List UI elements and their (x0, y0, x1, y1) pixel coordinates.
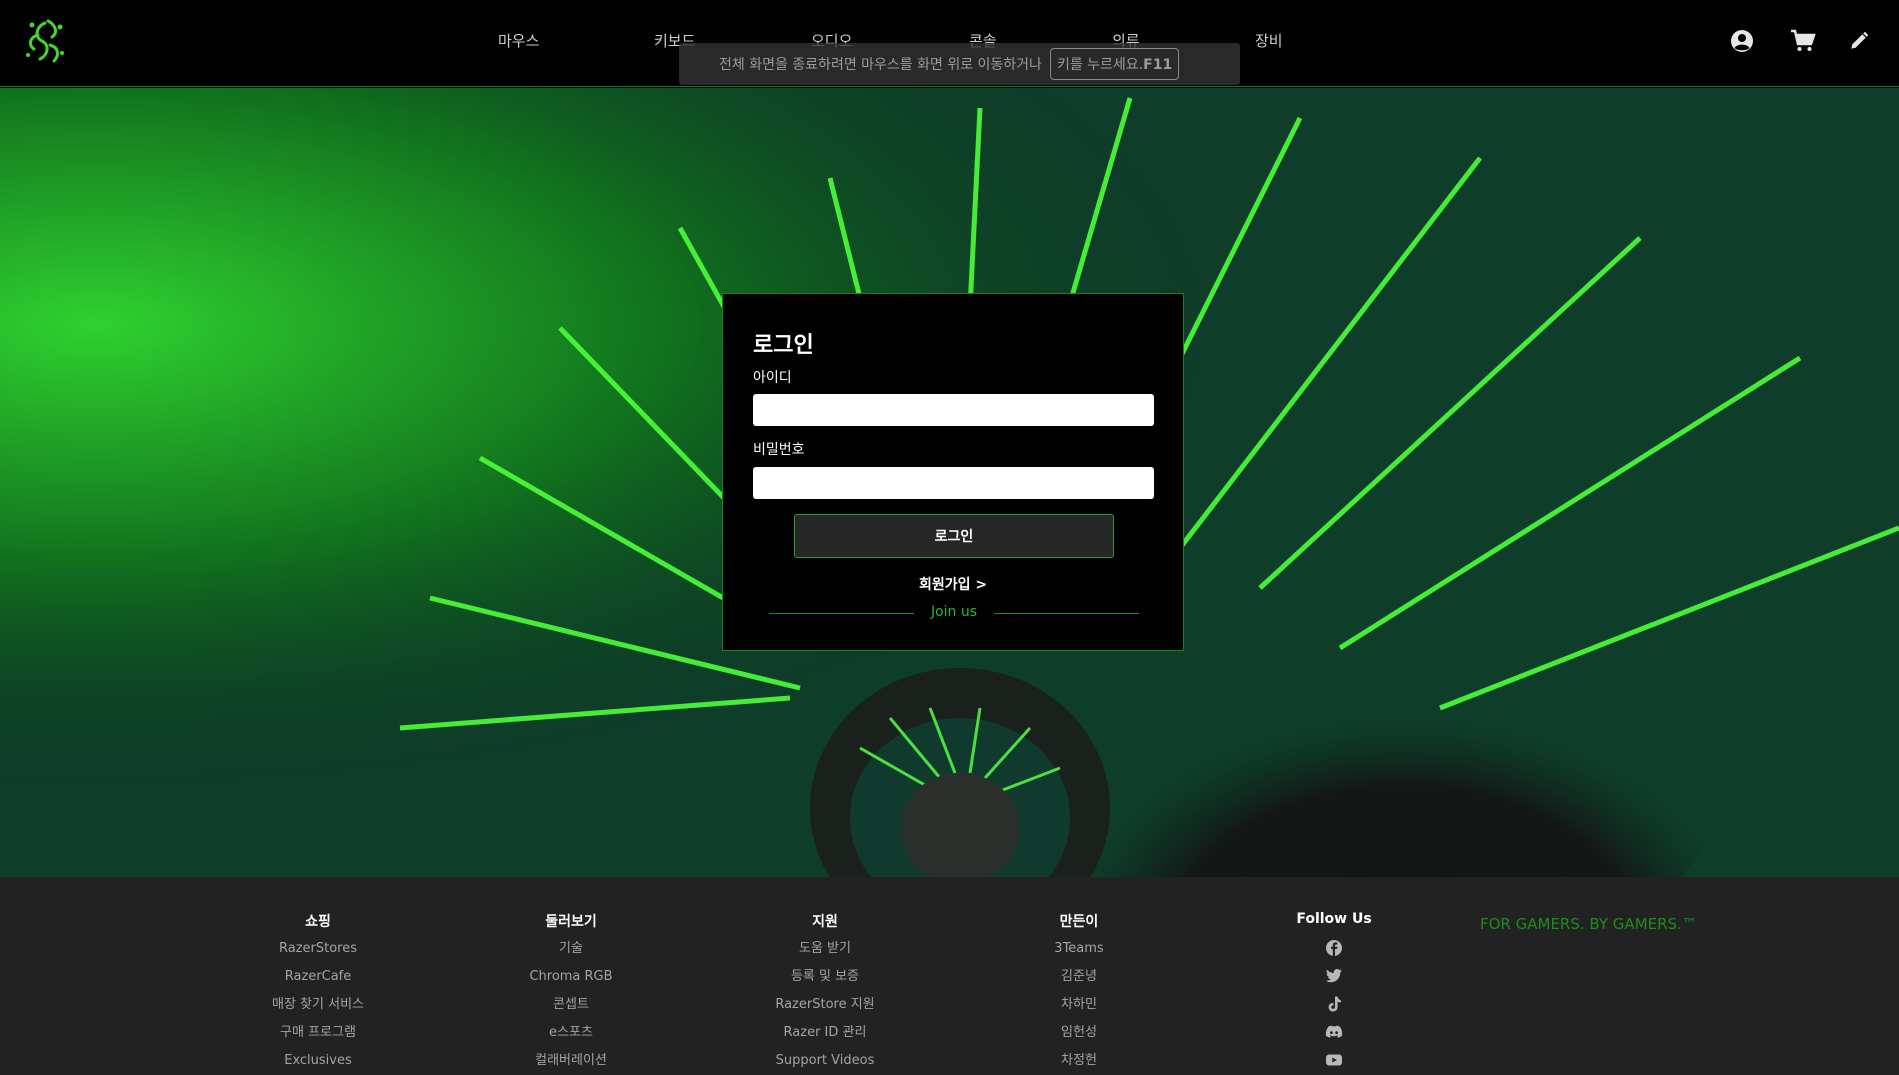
id-label: 아이디 (753, 370, 792, 386)
divider-line-right (994, 613, 1139, 614)
footer-link[interactable]: 차하민 (979, 995, 1179, 1023)
footer-column-shopping: 쇼핑 RazerStores RazerCafe 매장 찾기 서비스 구매 프로… (218, 911, 418, 1075)
twitter-icon[interactable] (1325, 967, 1343, 985)
footer-link[interactable]: Razer ID 관리 (725, 1023, 925, 1051)
cart-icon[interactable] (1790, 28, 1816, 54)
youtube-icon[interactable] (1325, 1051, 1343, 1069)
login-button[interactable]: 로그인 (794, 514, 1114, 558)
footer: 쇼핑 RazerStores RazerCafe 매장 찾기 서비스 구매 프로… (0, 877, 1899, 1075)
fullscreen-exit-hint: 전체 화면을 종료하려면 마우스를 화면 위로 이동하거나 키를 누르세요.F1… (679, 43, 1240, 85)
footer-column-support: 지원 도움 받기 등록 및 보증 RazerStore 지원 Razer ID … (725, 911, 925, 1075)
fullscreen-hint-text: 전체 화면을 종료하려면 마우스를 화면 위로 이동하거나 (719, 57, 1042, 73)
discord-icon[interactable] (1325, 1023, 1343, 1041)
tiktok-icon[interactable] (1325, 995, 1343, 1013)
footer-link[interactable]: 매장 찾기 서비스 (218, 995, 418, 1023)
footer-link[interactable]: 도움 받기 (725, 939, 925, 967)
footer-column-title: 쇼핑 (305, 914, 331, 930)
footer-link[interactable]: e스포츠 (471, 1023, 671, 1051)
footer-column-follow-us: Follow Us (1234, 911, 1434, 1075)
login-form: 로그인 아이디 비밀번호 로그인 회원가입 > Join us (722, 293, 1184, 651)
footer-link[interactable]: 구매 프로그램 (218, 1023, 418, 1051)
footer-link[interactable]: RazerStore 지원 (725, 995, 925, 1023)
brand-tagline: FOR GAMERS. BY GAMERS.™ (1480, 915, 1697, 933)
facebook-icon[interactable] (1325, 939, 1343, 957)
footer-link[interactable]: RazerCafe (218, 967, 418, 995)
footer-link[interactable]: Support Videos (725, 1051, 925, 1075)
footer-link[interactable]: 차정헌 (979, 1051, 1179, 1075)
account-icon[interactable] (1729, 28, 1755, 54)
footer-column-title: 둘러보기 (545, 914, 597, 930)
footer-link[interactable]: 3Teams (979, 939, 1179, 967)
footer-link[interactable]: 기술 (471, 939, 671, 967)
edit-icon[interactable] (1848, 28, 1870, 54)
footer-link[interactable]: 콘셉트 (471, 995, 671, 1023)
join-us-divider: Join us (769, 604, 1139, 622)
footer-link[interactable]: Exclusives (218, 1051, 418, 1075)
password-label: 비밀번호 (753, 442, 805, 458)
footer-column-creators: 만든이 3Teams 김준녕 차하민 임헌성 차정헌 (979, 911, 1179, 1075)
footer-link[interactable]: 김준녕 (979, 967, 1179, 995)
id-input[interactable] (753, 394, 1154, 426)
footer-link[interactable]: 임헌성 (979, 1023, 1179, 1051)
footer-link[interactable]: RazerStores (218, 939, 418, 967)
top-navigation-bar: 마우스 키보드 오디오 콘솔 의류 장비 전체 화면을 종료하려면 마우스를 화… (0, 0, 1899, 87)
footer-column-explore: 둘러보기 기술 Chroma RGB 콘셉트 e스포츠 컬래버레이션 (471, 911, 671, 1075)
nav-item-mouse[interactable]: 마우스 (498, 30, 539, 51)
footer-column-title: 지원 (812, 914, 838, 930)
password-input[interactable] (753, 467, 1154, 499)
nav-item-gear[interactable]: 장비 (1255, 30, 1283, 51)
signup-link[interactable]: 회원가입 > (723, 574, 1183, 594)
footer-link[interactable]: Chroma RGB (471, 967, 671, 995)
footer-link[interactable]: 등록 및 보증 (725, 967, 925, 995)
footer-column-title: 만든이 (1059, 914, 1099, 930)
footer-link[interactable]: 컬래버레이션 (471, 1051, 671, 1075)
fullscreen-hint-key: 키를 누르세요.F11 (1049, 48, 1180, 80)
login-title: 로그인 (753, 333, 814, 358)
join-us-text: Join us (930, 604, 978, 620)
footer-column-title: Follow Us (1296, 911, 1372, 927)
